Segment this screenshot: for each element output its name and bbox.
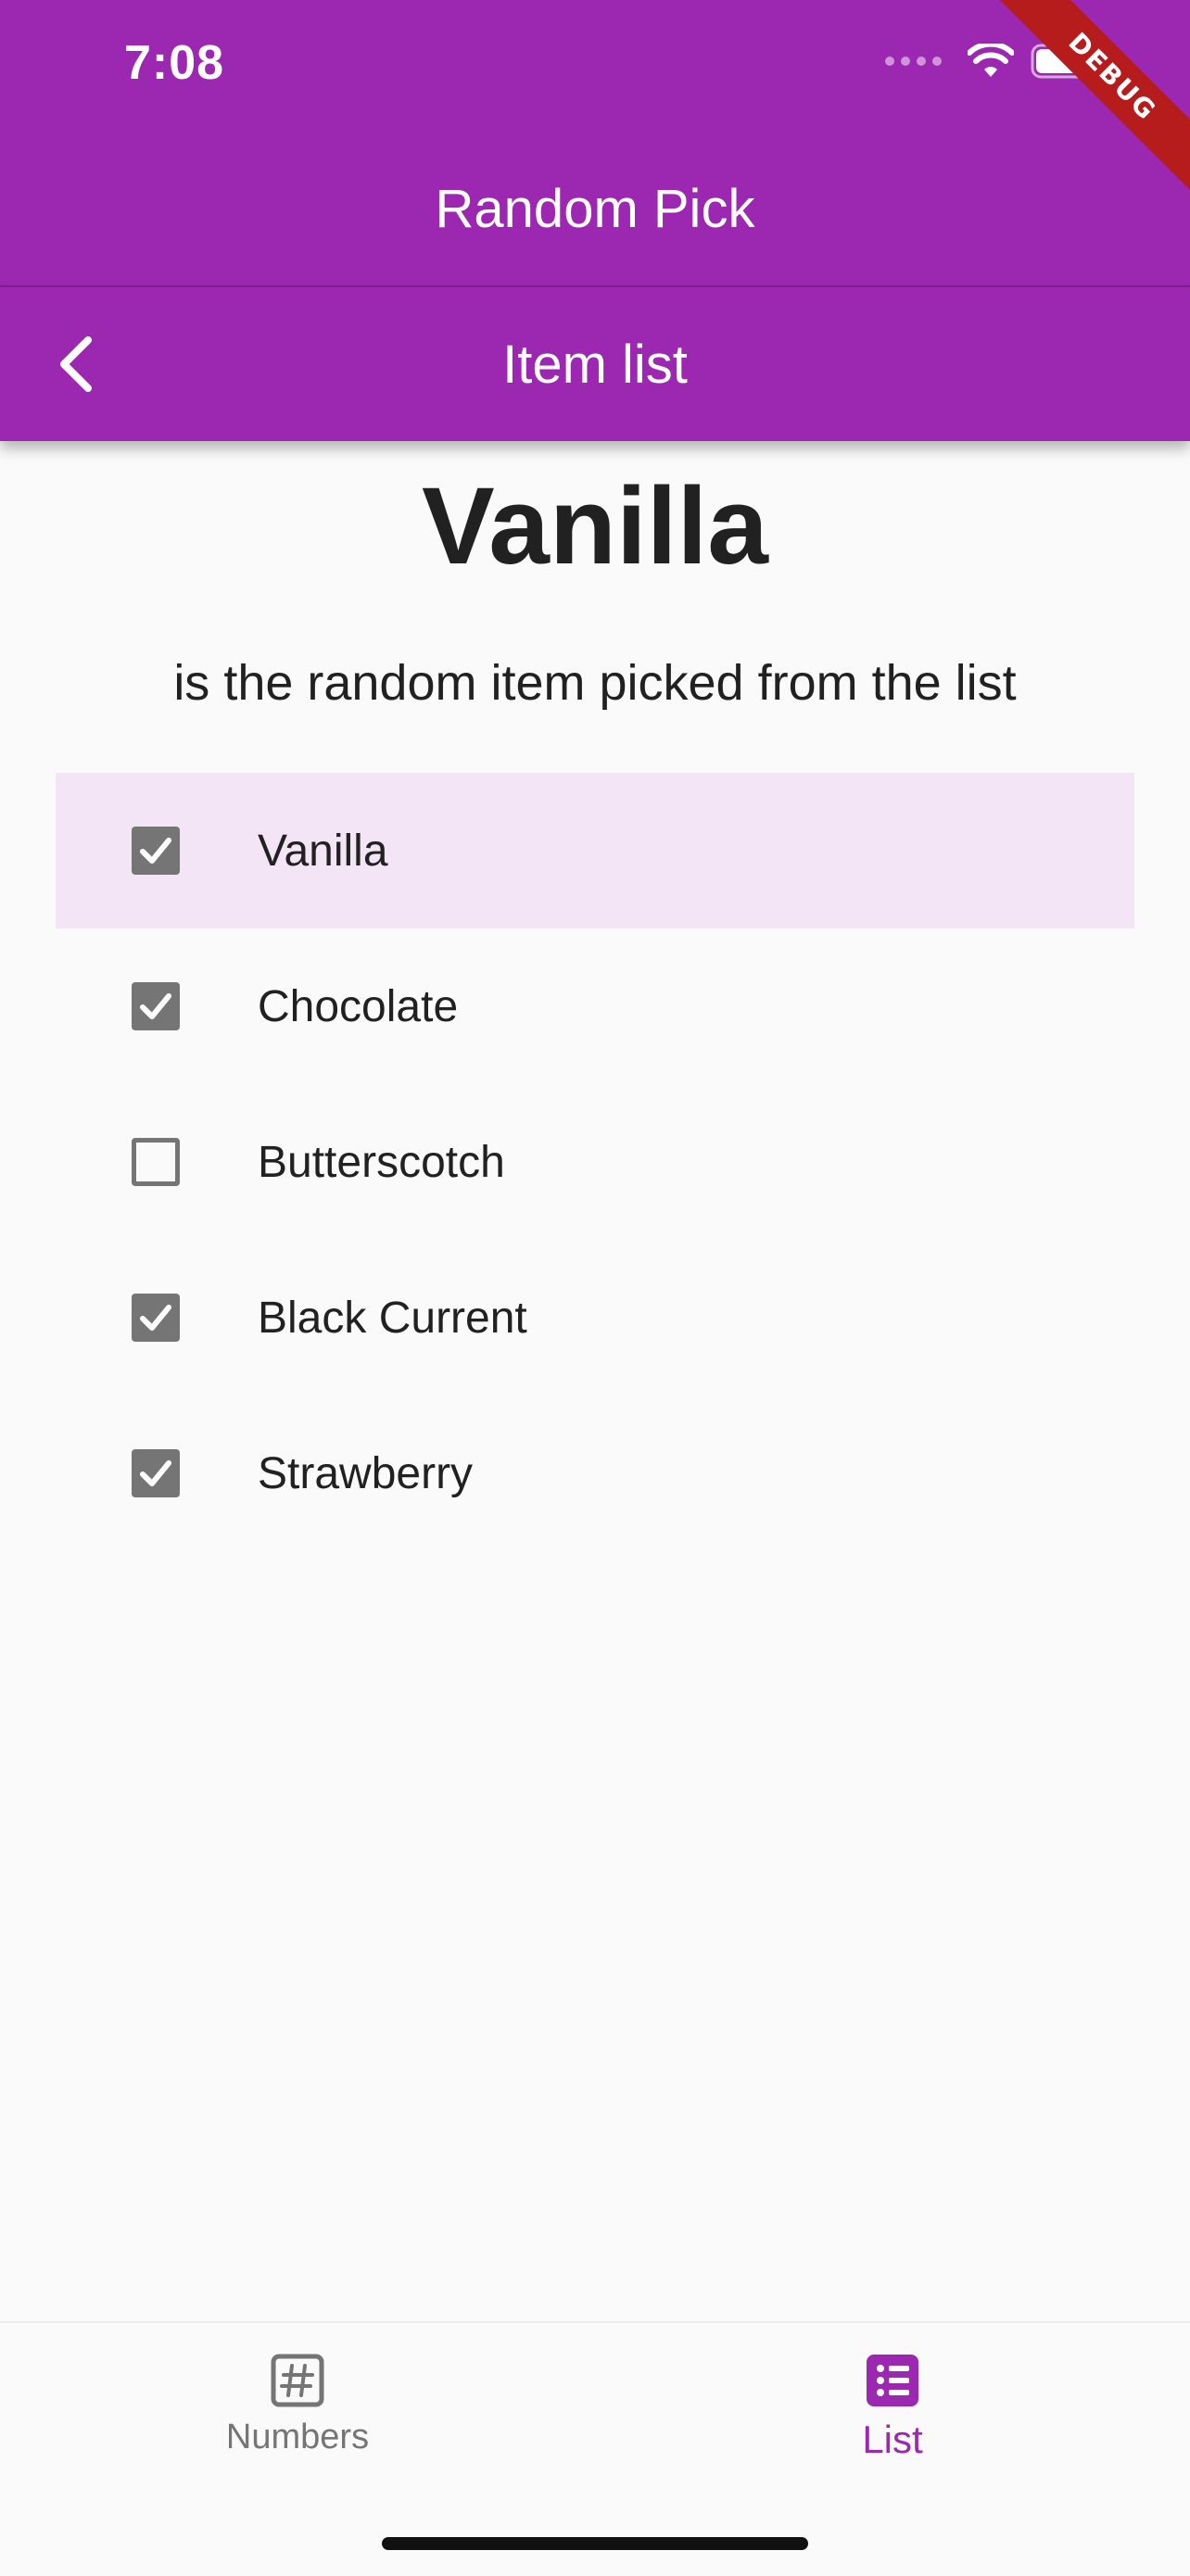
list-item[interactable]: Chocolate (56, 928, 1134, 1084)
checkbox[interactable] (132, 1138, 180, 1186)
item-label: Black Current (258, 1293, 527, 1343)
list-icon (867, 2355, 918, 2406)
page-header: Item list (0, 287, 1190, 441)
nav-tab-list[interactable]: List (595, 2323, 1190, 2490)
checkbox[interactable] (132, 827, 180, 875)
check-icon (140, 993, 171, 1019)
nav-label-list: List (862, 2418, 923, 2461)
status-bar: 7:08 (0, 0, 1190, 130)
home-indicator (382, 2537, 808, 2550)
wifi-icon (968, 44, 1014, 77)
item-label: Chocolate (258, 981, 459, 1031)
picked-item-title: Vanilla (422, 465, 768, 587)
list-item[interactable]: Black Current (56, 1240, 1134, 1395)
chevron-left-icon (60, 336, 92, 392)
nav-tab-numbers[interactable]: Numbers (0, 2323, 595, 2490)
checkbox[interactable] (132, 982, 180, 1030)
list-item[interactable]: Strawberry (56, 1395, 1134, 1551)
list-item[interactable]: Butterscotch (56, 1084, 1134, 1240)
back-button[interactable] (28, 318, 120, 410)
picked-item-caption: is the random item picked from the list (173, 655, 1017, 711)
item-label: Butterscotch (258, 1137, 505, 1187)
cellular-signal-icon (885, 57, 942, 66)
check-icon (140, 1460, 171, 1486)
page-title: Item list (502, 334, 688, 395)
item-list: Vanilla Chocolate Butterscotch Black Cur… (56, 773, 1134, 1551)
checkbox[interactable] (132, 1449, 180, 1497)
item-label: Vanilla (258, 826, 388, 876)
check-icon (140, 838, 171, 864)
hash-icon (271, 2354, 324, 2407)
checkbox[interactable] (132, 1294, 180, 1342)
check-icon (140, 1305, 171, 1331)
app-bar: Random Pick (0, 130, 1190, 287)
status-time: 7:08 (124, 36, 225, 90)
nav-label-numbers: Numbers (225, 2418, 370, 2456)
item-label: Strawberry (258, 1448, 474, 1498)
app-title: Random Pick (435, 178, 755, 239)
list-item[interactable]: Vanilla (56, 773, 1134, 928)
